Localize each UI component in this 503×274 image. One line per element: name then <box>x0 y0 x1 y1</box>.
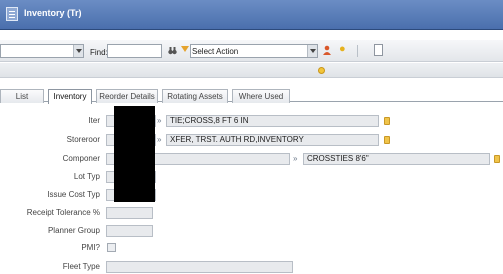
planner-group-input[interactable] <box>106 225 153 237</box>
find-label: Find: <box>90 48 108 57</box>
fleet-type-label: Fleet Type <box>62 262 100 271</box>
long-description-icon[interactable] <box>384 136 390 144</box>
storeroom-label: Storeroor <box>66 135 100 144</box>
item-label: Iter <box>88 116 100 125</box>
redacted-area <box>114 106 155 202</box>
pmi-checkbox[interactable] <box>107 243 116 252</box>
planner-group-label: Planner Group <box>47 226 100 235</box>
tab-reorder-details[interactable]: Reorder Details <box>96 89 158 103</box>
tab-list[interactable]: List <box>0 89 44 103</box>
lot-type-label: Lot Typ <box>73 172 100 181</box>
receipt-tolerance-label: Receipt Tolerance % <box>26 208 100 217</box>
inventory-app-icon <box>6 7 18 21</box>
tab-list-label: List <box>15 92 29 101</box>
tab-rotating-assets[interactable]: Rotating Assets <box>162 89 228 103</box>
tab-where-used-label: Where Used <box>238 92 284 101</box>
binoculars-icon[interactable] <box>168 46 177 55</box>
filter-icon[interactable] <box>181 46 189 52</box>
storeroom-detail-arrow[interactable]: » <box>157 135 161 144</box>
tab-inventory-label: Inventory <box>53 92 87 101</box>
select-action-value: Select Action <box>192 47 239 56</box>
tab-rotating-assets-label: Rotating Assets <box>167 92 223 101</box>
tab-where-used[interactable]: Where Used <box>232 89 290 103</box>
component-description: CROSSTIES 8'6" <box>307 154 369 163</box>
secondary-toolbar <box>0 63 503 78</box>
item-description: TIE;CROSS,8 FT 6 IN <box>170 116 249 125</box>
tab-reorder-details-label: Reorder Details <box>99 92 155 101</box>
document-icon[interactable] <box>374 44 383 56</box>
tab-inventory[interactable]: Inventory <box>48 89 92 104</box>
query-select[interactable] <box>0 44 84 58</box>
pmi-label: PMI? <box>81 243 100 252</box>
long-description-icon[interactable] <box>384 117 390 125</box>
storeroom-description: XFER, TRST. AUTH RD,INVENTORY <box>170 135 304 144</box>
component-detail-arrow[interactable]: » <box>293 154 297 163</box>
chevron-down-icon[interactable] <box>73 45 83 57</box>
fleet-type-input[interactable] <box>106 261 293 273</box>
toolbar-divider <box>357 45 358 57</box>
person-icon[interactable] <box>322 45 332 55</box>
chevron-down-icon[interactable] <box>307 45 317 57</box>
find-input[interactable] <box>107 44 162 58</box>
component-label: Componer <box>62 154 100 163</box>
receipt-tolerance-input[interactable] <box>106 207 153 219</box>
issue-cost-type-label: Issue Cost Typ <box>47 190 100 199</box>
lightbulb-icon[interactable] <box>318 67 325 74</box>
item-detail-arrow[interactable]: » <box>157 116 161 125</box>
app-title: Inventory (Tr) <box>24 8 82 18</box>
bulletin-icon[interactable]: ● <box>339 44 346 55</box>
long-description-icon[interactable] <box>494 155 500 163</box>
